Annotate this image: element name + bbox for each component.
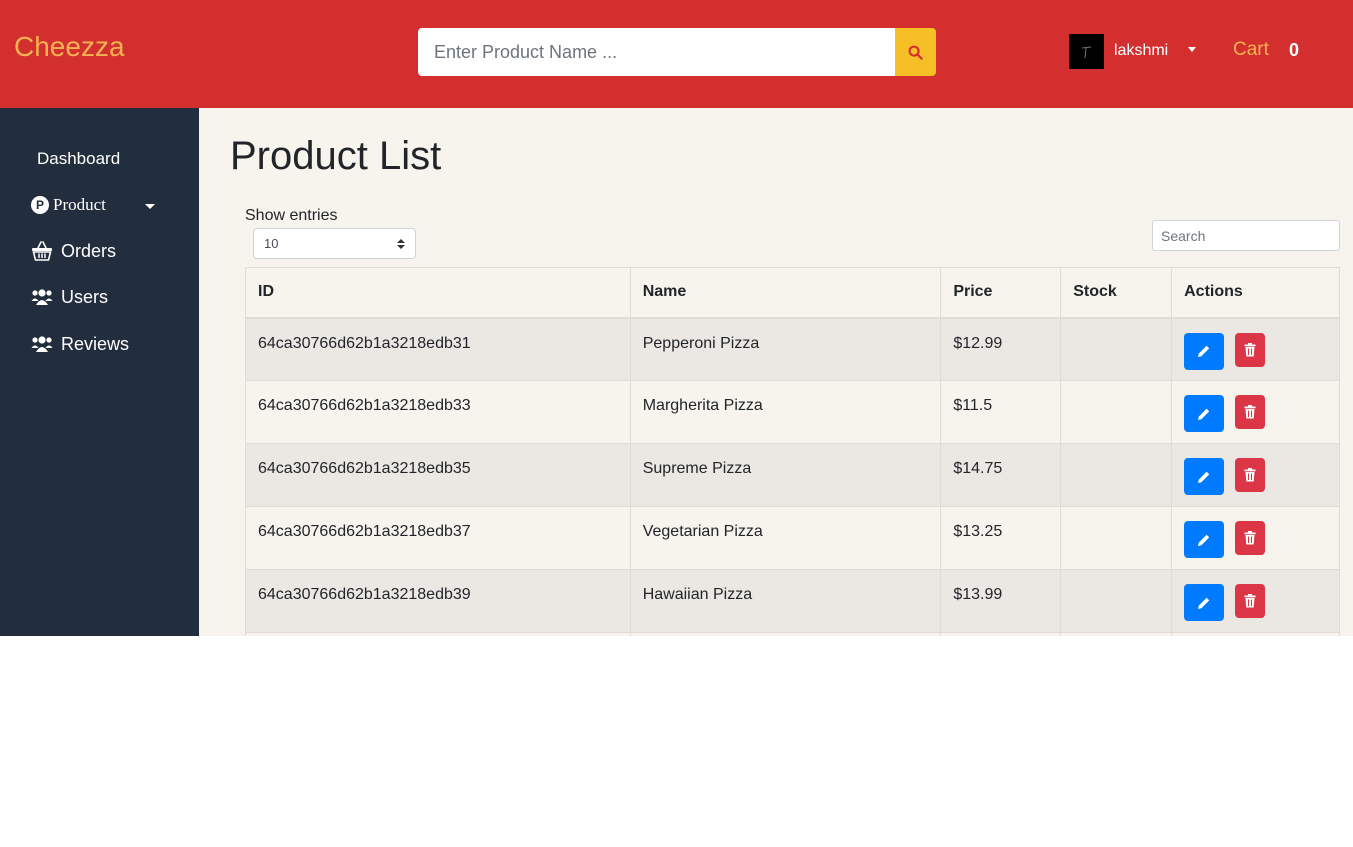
- chevron-down-icon[interactable]: [145, 204, 155, 209]
- pencil-icon: [1198, 345, 1210, 357]
- table-row: 64ca30766d62b1a3218edb31 Pepperoni Pizza…: [245, 317, 1340, 381]
- product-search: [418, 28, 936, 76]
- cell-name: Margherita Pizza: [629, 380, 942, 444]
- trash-icon: [1244, 594, 1256, 608]
- sort-updown-icon: [397, 238, 405, 249]
- table-header-row: ID Name Price Stock Actions: [245, 267, 1340, 319]
- cell-price: $14.75: [940, 443, 1062, 507]
- delete-button[interactable]: [1234, 332, 1265, 367]
- avatar-image: [1081, 46, 1092, 59]
- cell-id: 64ca30766d62b1a3218edb37: [245, 506, 631, 570]
- basket-icon: [31, 240, 53, 262]
- cell-price: $13.25: [940, 506, 1062, 570]
- sidebar-item-label: Dashboard: [37, 149, 121, 168]
- cell-stock: [1060, 443, 1173, 507]
- pencil-icon: [1198, 597, 1210, 609]
- sidebar-item-product[interactable]: P Product: [31, 195, 106, 215]
- edit-button[interactable]: [1184, 584, 1225, 621]
- cell-name: Vegetarian Pizza: [629, 506, 942, 570]
- delete-button[interactable]: [1234, 395, 1265, 429]
- cell-id: 64ca30766d62b1a3218edb31: [245, 317, 631, 381]
- pencil-icon: [1198, 408, 1210, 420]
- column-header-stock[interactable]: Stock: [1060, 267, 1173, 319]
- cell-actions: [1171, 380, 1340, 444]
- sidebar-item-label: Product: [53, 195, 106, 214]
- cell-actions: [1171, 569, 1340, 633]
- cell-name: Pepperoni Pizza: [629, 317, 942, 381]
- cell-actions: [1171, 506, 1340, 570]
- table-row: [245, 632, 1340, 636]
- edit-button[interactable]: [1184, 332, 1225, 370]
- cell-id: 64ca30766d62b1a3218edb33: [245, 380, 631, 444]
- cell-price: $11.5: [940, 380, 1062, 444]
- chevron-down-icon[interactable]: [1188, 47, 1196, 52]
- cell-id: 64ca30766d62b1a3218edb39: [245, 569, 631, 633]
- cell-stock: [1060, 380, 1173, 444]
- main-content: Product List Show entries 10 ID Name Pri…: [199, 108, 1353, 636]
- entries-select-value: 10: [264, 236, 279, 251]
- sidebar-item-reviews[interactable]: Reviews: [31, 333, 129, 355]
- sidebar-item-dashboard[interactable]: Dashboard: [37, 149, 120, 169]
- pencil-icon: [1198, 471, 1210, 483]
- users-icon: [31, 333, 53, 355]
- cell-stock: [1060, 317, 1173, 381]
- sidebar-item-label: Orders: [61, 240, 117, 261]
- cell-stock: [1060, 569, 1173, 633]
- table-search-input[interactable]: [1152, 220, 1340, 251]
- edit-button[interactable]: [1184, 395, 1225, 432]
- cell-actions: [1171, 443, 1340, 507]
- trash-icon: [1244, 531, 1256, 545]
- edit-button[interactable]: [1184, 521, 1225, 558]
- sidebar-item-label: Reviews: [61, 333, 130, 354]
- cell-actions: [1171, 317, 1340, 381]
- cell-stock: [1060, 506, 1173, 570]
- page-title: Product List: [230, 134, 442, 178]
- table-row: 64ca30766d62b1a3218edb37 Vegetarian Pizz…: [245, 506, 1340, 570]
- sidebar: Dashboard P Product Orders Users Reviews: [0, 108, 199, 636]
- cell-name: Supreme Pizza: [629, 443, 942, 507]
- cell-price: $13.99: [940, 569, 1062, 633]
- table-row: 64ca30766d62b1a3218edb39 Hawaiian Pizza …: [245, 569, 1340, 633]
- top-header: Cheezza lakshmi Cart 0: [0, 0, 1353, 108]
- trash-icon: [1244, 468, 1256, 482]
- sidebar-item-users[interactable]: Users: [31, 286, 108, 308]
- trash-icon: [1244, 405, 1256, 419]
- search-button[interactable]: [895, 28, 936, 76]
- column-header-name[interactable]: Name: [629, 267, 942, 319]
- product-table: ID Name Price Stock Actions 64ca30766d62…: [245, 267, 1340, 636]
- product-icon: P: [31, 196, 49, 214]
- delete-button[interactable]: [1234, 458, 1265, 492]
- column-header-id[interactable]: ID: [245, 267, 631, 319]
- pencil-icon: [1198, 534, 1210, 546]
- column-header-actions: Actions: [1171, 267, 1340, 319]
- brand-logo[interactable]: Cheezza: [14, 31, 125, 63]
- cell-price: $12.99: [940, 317, 1062, 381]
- column-header-price[interactable]: Price: [940, 267, 1062, 319]
- table-row: 64ca30766d62b1a3218edb33 Margherita Pizz…: [245, 380, 1340, 444]
- show-entries-label: Show entries: [245, 207, 338, 224]
- entries-select[interactable]: 10: [253, 228, 416, 259]
- users-icon: [31, 286, 53, 308]
- delete-button[interactable]: [1234, 521, 1265, 555]
- cell-id: 64ca30766d62b1a3218edb35: [245, 443, 631, 507]
- sidebar-item-orders[interactable]: Orders: [31, 240, 116, 262]
- search-icon: [908, 45, 923, 60]
- cart-count: 0: [1289, 40, 1300, 60]
- product-search-input[interactable]: [418, 28, 895, 76]
- edit-button[interactable]: [1184, 458, 1225, 495]
- user-name[interactable]: lakshmi: [1114, 42, 1168, 60]
- delete-button[interactable]: [1234, 584, 1265, 618]
- table-row: 64ca30766d62b1a3218edb35 Supreme Pizza $…: [245, 443, 1340, 507]
- trash-icon: [1244, 342, 1256, 356]
- cart-link[interactable]: Cart: [1233, 39, 1269, 61]
- sidebar-item-label: Users: [61, 286, 109, 307]
- cell-name: Hawaiian Pizza: [629, 569, 942, 633]
- avatar[interactable]: [1069, 34, 1104, 69]
